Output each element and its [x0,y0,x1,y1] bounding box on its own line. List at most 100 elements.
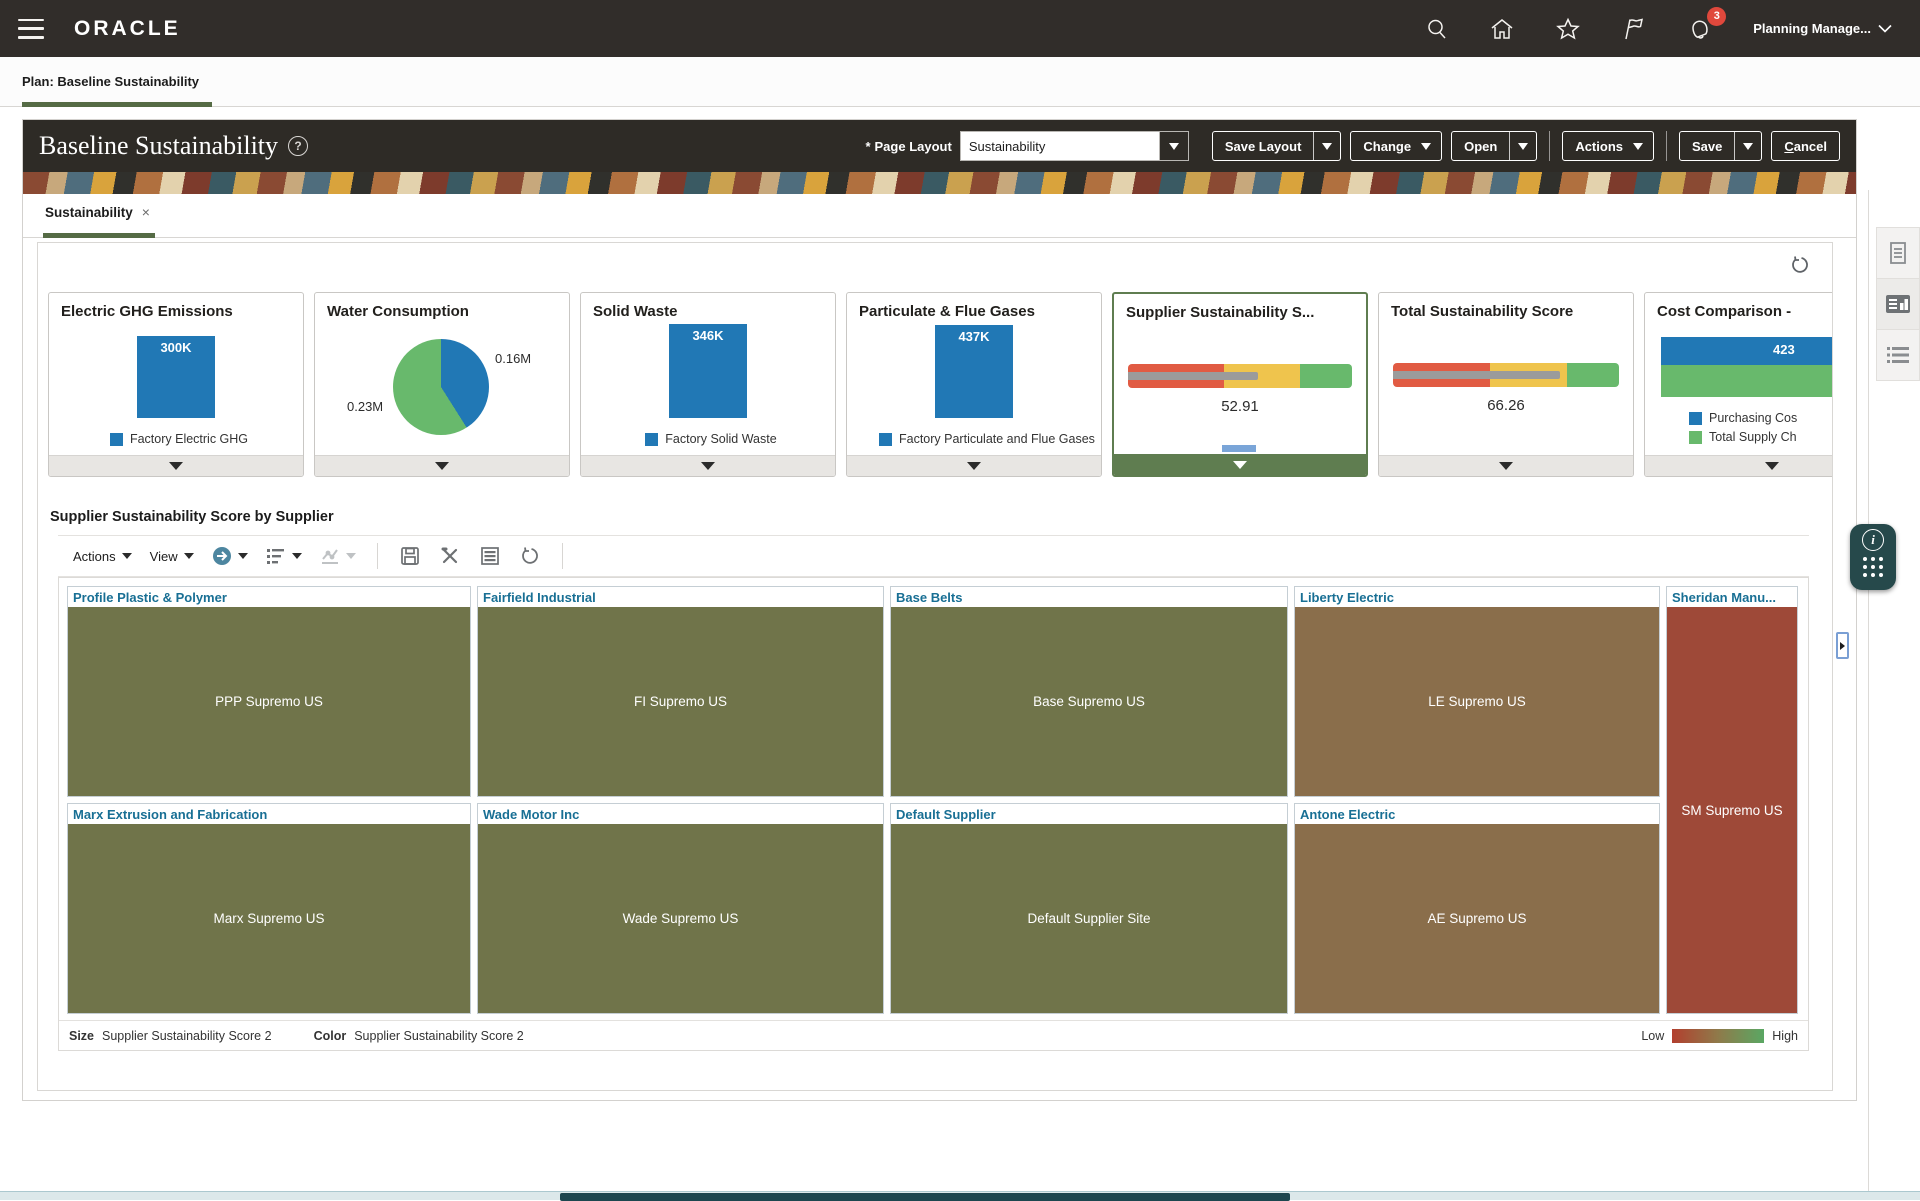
meter-segment-green [1567,363,1619,387]
legend-label: Factory Particulate and Flue Gases [899,432,1095,446]
treemap-tile-marx[interactable]: Marx Extrusion and Fabrication Marx Supr… [67,803,471,1014]
decorative-banner [23,172,1856,194]
treemap-tile-liberty-electric[interactable]: Liberty Electric LE Supremo US [1294,586,1660,797]
watchlist-flag-icon[interactable] [1621,17,1647,41]
page-view-icon[interactable] [1876,227,1920,279]
infolet-expander[interactable] [1645,455,1832,476]
close-tab-icon[interactable]: × [142,204,150,220]
infolet-electric-ghg-emissions[interactable]: Electric GHG Emissions 300K Factory Elec… [48,292,304,477]
tile-site-label: FI Supremo US [634,694,727,709]
infolet-expander[interactable] [1379,455,1633,476]
favorites-star-icon[interactable] [1555,17,1581,41]
layout-tab-bar: Sustainability × [23,194,1856,242]
tab-plan-baseline-sustainability[interactable]: Plan: Baseline Sustainability [22,57,199,106]
legend-high-label: High [1772,1029,1798,1043]
infolet-expander[interactable] [315,455,569,476]
infolet-total-sustainability-score[interactable]: Total Sustainability Score 66.26 [1378,292,1634,477]
panel-expand-handle[interactable] [1836,632,1849,659]
infolet-expander[interactable] [581,455,835,476]
pie-label-green: 0.23M [347,399,383,414]
actions-menu[interactable]: Actions [68,549,137,564]
horizontal-scrollbar[interactable] [0,1191,1920,1200]
notifications-bell-icon[interactable]: 3 [1687,16,1713,42]
treemap-tile-profile-plastic[interactable]: Profile Plastic & Polymer PPP Supremo US [67,586,471,797]
infolet-expander[interactable] [49,455,303,476]
tile-supplier-link[interactable]: Antone Electric [1295,804,1659,824]
legend-label: Purchasing Cos [1709,411,1797,425]
navigator-menu-icon[interactable] [18,19,44,39]
user-menu[interactable]: Planning Manage... [1753,21,1892,36]
treemap-tile-default-supplier[interactable]: Default Supplier Default Supplier Site [890,803,1288,1014]
page-layout-dropdown-button[interactable] [1159,132,1188,160]
infolet-expander[interactable] [1114,454,1366,475]
tile-site-label: Default Supplier Site [1027,911,1150,926]
infolet-solid-waste[interactable]: Solid Waste 346K Factory Solid Waste [580,292,836,477]
treemap-tile-base-belts[interactable]: Base Belts Base Supremo US [890,586,1288,797]
legend-swatch [645,433,658,446]
water-consumption-pie [393,339,489,435]
infolet-supplier-sustainability-score[interactable]: Supplier Sustainability S... 52.91 [1112,292,1368,477]
format-levels-icon[interactable] [261,547,307,565]
help-icon[interactable]: ? [288,136,308,156]
tile-supplier-link[interactable]: Default Supplier [891,804,1287,824]
list-view-icon[interactable] [1876,329,1920,381]
tools-icon[interactable] [434,546,466,566]
actions-button[interactable]: Actions [1562,131,1654,161]
meter-segment-green [1300,364,1352,388]
bar-value-label: 423 [1773,342,1795,357]
apps-grid-icon[interactable] [1863,557,1883,577]
save-view-icon[interactable] [394,546,426,566]
purchasing-cost-bar: 423 [1661,337,1832,365]
info-icon[interactable]: i [1862,529,1884,551]
refresh-infolets-icon[interactable] [1790,255,1810,278]
size-label: Size [69,1029,94,1043]
search-icon[interactable] [1425,17,1449,41]
save-layout-button[interactable]: Save Layout [1212,131,1342,161]
required-marker: * [865,139,870,154]
treemap-tile-antone-electric[interactable]: Antone Electric AE Supremo US [1294,803,1660,1014]
infolet-water-consumption[interactable]: Water Consumption 0.16M 0.23M [314,292,570,477]
page-layout-select[interactable]: Sustainability [960,131,1189,161]
tile-supplier-link[interactable]: Profile Plastic & Polymer [68,587,470,607]
plan-header: Baseline Sustainability ? * Page Layout … [23,120,1856,172]
save-button[interactable]: Save [1679,131,1762,161]
infolet-particulate-flue-gases[interactable]: Particulate & Flue Gases 437K Factory Pa… [846,292,1102,477]
treemap-tile-wade-motor[interactable]: Wade Motor Inc Wade Supremo US [477,803,884,1014]
open-dropdown[interactable] [1510,143,1536,150]
cost-comparison-bars: 423 [1661,337,1832,397]
infolet-expander[interactable] [847,455,1101,476]
chart-options-icon-disabled [315,547,361,565]
save-dropdown[interactable] [1735,143,1761,150]
treemap-tile-fairfield[interactable]: Fairfield Industrial FI Supremo US [477,586,884,797]
drill-icon[interactable] [207,546,253,566]
plan-title: Baseline Sustainability [39,131,278,161]
treemap-tile-sheridan[interactable]: Sheridan Manu... SM Supremo US [1666,586,1798,1014]
tile-supplier-link[interactable]: Sheridan Manu... [1667,587,1797,607]
dashboard-view-icon[interactable] [1876,278,1920,330]
tile-supplier-link[interactable]: Base Belts [891,587,1287,607]
global-header: ORACLE 3 Planning Manage... [0,0,1920,57]
page-info-launcher[interactable]: i [1850,524,1896,590]
bar-value-label: 346K [669,324,747,343]
home-icon[interactable] [1489,17,1515,41]
tile-supplier-link[interactable]: Fairfield Industrial [478,587,883,607]
tile-supplier-link[interactable]: Wade Motor Inc [478,804,883,824]
bar-factory-electric-ghg: 300K [137,336,215,418]
change-button[interactable]: Change [1350,131,1442,161]
view-menu[interactable]: View [145,549,199,564]
page-tab-bar: Plan: Baseline Sustainability [0,57,1920,107]
layout-content-panel: Electric GHG Emissions 300K Factory Elec… [37,242,1833,1091]
color-scale-gradient [1672,1029,1764,1043]
cancel-button[interactable]: Cancel [1771,131,1840,161]
open-button[interactable]: Open [1451,131,1537,161]
infolet-title: Total Sustainability Score [1379,293,1633,320]
table-view-icon[interactable] [474,547,506,565]
tile-supplier-link[interactable]: Marx Extrusion and Fabrication [68,804,470,824]
tab-sustainability[interactable]: Sustainability × [45,204,150,220]
mini-scroll-indicator[interactable] [1222,445,1256,452]
save-layout-dropdown[interactable] [1314,143,1340,150]
infolet-cost-comparison[interactable]: Cost Comparison - 423 Purchasing Cos Tot… [1644,292,1832,477]
refresh-icon[interactable] [514,546,546,566]
tile-supplier-link[interactable]: Liberty Electric [1295,587,1659,607]
gauge-value: 52.91 [1114,398,1366,415]
